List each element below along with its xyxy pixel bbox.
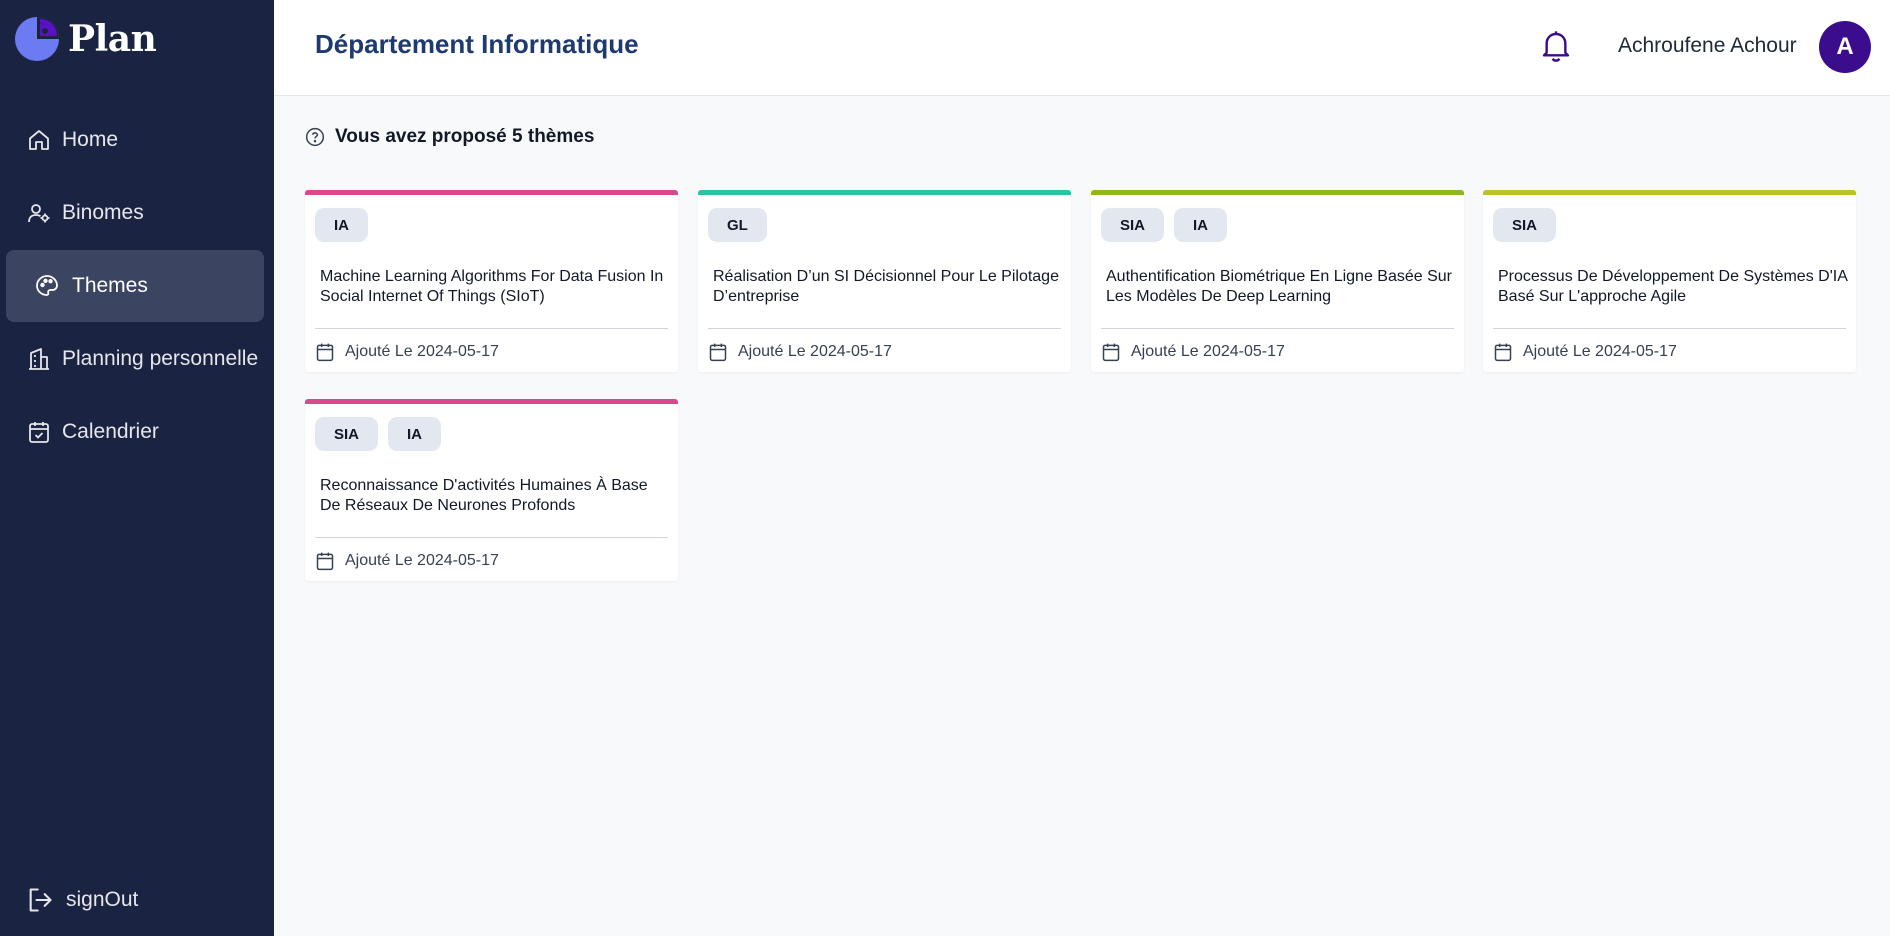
sidebar-item-planning-personnelle[interactable]: Planning personnelle (6, 323, 264, 395)
divider (708, 328, 1061, 329)
theme-title: Processus De Développement De Systèmes D… (1498, 268, 1847, 305)
signout-label: signOut (66, 888, 139, 911)
sidebar-item-label: Home (62, 128, 119, 151)
divider (1101, 328, 1454, 329)
sidebar: Plan Home Binomes Themes Planning person… (0, 0, 274, 936)
divider (1493, 328, 1846, 329)
sidebar-item-home[interactable]: Home (6, 104, 264, 176)
theme-card[interactable]: IA Machine Learning Algorithms For Data … (305, 190, 678, 372)
date-label: Ajouté Le 2024-05-17 (345, 343, 499, 360)
theme-title: Reconnaissance D'activités Humaines À Ba… (320, 477, 648, 514)
tag-list: GL (708, 208, 767, 242)
calendar-icon (1101, 342, 1121, 362)
theme-card[interactable]: SIA IA Authentification Biométrique En L… (1091, 190, 1464, 372)
help-circle-icon (305, 127, 325, 147)
date-label: Ajouté Le 2024-05-17 (738, 343, 892, 360)
tag-list: SIA (1493, 208, 1557, 242)
tag-badge: SIA (1101, 208, 1165, 242)
date-label: Ajouté Le 2024-05-17 (1131, 343, 1285, 360)
calendar-icon (315, 551, 335, 571)
tag-badge: SIA (315, 417, 379, 451)
avatar[interactable]: A (1819, 21, 1871, 73)
theme-card[interactable]: GL Réalisation D’un SI Décisionnel Pour … (698, 190, 1071, 372)
tag-badge: GL (708, 208, 767, 242)
date-label: Ajouté Le 2024-05-17 (345, 552, 499, 569)
theme-card[interactable]: SIA IA Reconnaissance D'activités Humain… (305, 399, 678, 581)
sidebar-item-binomes[interactable]: Binomes (6, 177, 264, 249)
tag-badge: IA (1174, 208, 1228, 242)
users-gear-icon (26, 200, 52, 226)
themes-summary: Vous avez proposé 5 thèmes (305, 126, 594, 148)
bell-icon[interactable] (1540, 28, 1572, 64)
theme-date: Ajouté Le 2024-05-17 (315, 342, 499, 362)
theme-title: Authentification Biométrique En Ligne Ba… (1106, 268, 1452, 305)
theme-date: Ajouté Le 2024-05-17 (708, 342, 892, 362)
tag-list: SIA IA (315, 417, 442, 451)
sidebar-item-label: Themes (72, 274, 148, 297)
building-icon (26, 346, 52, 372)
calendar-icon (315, 342, 335, 362)
tag-list: IA (315, 208, 368, 242)
divider (315, 328, 668, 329)
tag-badge: IA (388, 417, 442, 451)
divider (315, 537, 668, 538)
date-label: Ajouté Le 2024-05-17 (1523, 343, 1677, 360)
theme-date: Ajouté Le 2024-05-17 (315, 551, 499, 571)
sidebar-item-label: Planning personnelle (62, 347, 259, 370)
logo-icon (14, 16, 60, 62)
theme-date: Ajouté Le 2024-05-17 (1493, 342, 1677, 362)
home-icon (26, 127, 52, 153)
theme-title: Réalisation D’un SI Décisionnel Pour Le … (713, 268, 1059, 305)
sidebar-item-label: Calendrier (62, 420, 159, 443)
tag-list: SIA IA (1101, 208, 1228, 242)
tag-badge: IA (315, 208, 368, 242)
theme-title: Machine Learning Algorithms For Data Fus… (320, 268, 664, 305)
theme-date: Ajouté Le 2024-05-17 (1101, 342, 1285, 362)
logout-icon (26, 885, 56, 915)
sidebar-item-calendrier[interactable]: Calendrier (6, 396, 264, 468)
page-title: Département Informatique (315, 29, 639, 59)
app-name: Plan (68, 18, 157, 60)
signout-button[interactable]: signOut (26, 885, 138, 915)
sidebar-item-themes[interactable]: Themes (6, 250, 264, 322)
calendar-icon (1493, 342, 1513, 362)
user-name[interactable]: Achroufene Achour (1618, 34, 1797, 58)
app-logo[interactable]: Plan (14, 16, 157, 62)
sidebar-item-label: Binomes (62, 201, 144, 224)
top-header: Département Informatique Achroufene Acho… (274, 0, 1890, 96)
tag-badge: SIA (1493, 208, 1557, 242)
theme-card[interactable]: SIA Processus De Développement De Systèm… (1483, 190, 1856, 372)
calendar-check-icon (26, 419, 52, 445)
palette-icon (34, 273, 60, 299)
summary-text: Vous avez proposé 5 thèmes (335, 126, 595, 147)
calendar-icon (708, 342, 728, 362)
